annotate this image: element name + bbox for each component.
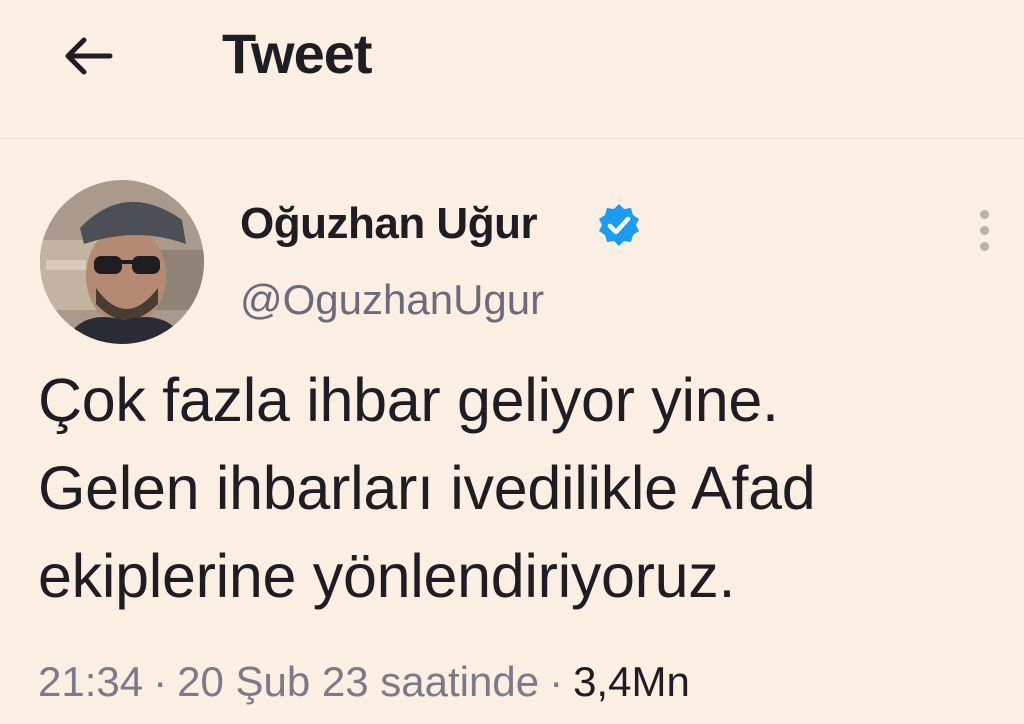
top-bar: Tweet — [0, 0, 1024, 139]
tweet-text-line: ekiplerine yönlendiriyoruz. — [38, 542, 736, 610]
tweet-text-line: Gelen ihbarları ivedilikle Afad — [38, 454, 816, 522]
tweet-time[interactable]: 21:34 — [38, 658, 143, 705]
tweet-meta: 21:34 · 20 Şub 23 saatinde · 3,4Mn — [38, 652, 690, 712]
separator: · — [153, 658, 168, 705]
more-vertical-icon — [980, 210, 989, 219]
tweet-text: Çok fazla ihbar geliyor yine. Gelen ihba… — [38, 356, 1008, 620]
author-name[interactable]: Oğuzhan Uğur — [240, 196, 538, 252]
separator: · — [549, 658, 564, 705]
arrow-left-icon — [65, 37, 113, 75]
verified-badge-icon — [599, 204, 639, 246]
author-handle[interactable]: @OguzhanUgur — [240, 272, 544, 328]
page-title: Tweet — [222, 22, 373, 85]
more-options-button[interactable] — [966, 202, 1006, 258]
tweet-date[interactable]: 20 Şub 23 saatinde — [177, 658, 539, 705]
view-count: 3,4Mn — [573, 658, 690, 705]
back-button[interactable] — [56, 28, 120, 84]
tweet-text-line: Çok fazla ihbar geliyor yine. — [38, 366, 779, 434]
avatar[interactable] — [40, 180, 204, 344]
